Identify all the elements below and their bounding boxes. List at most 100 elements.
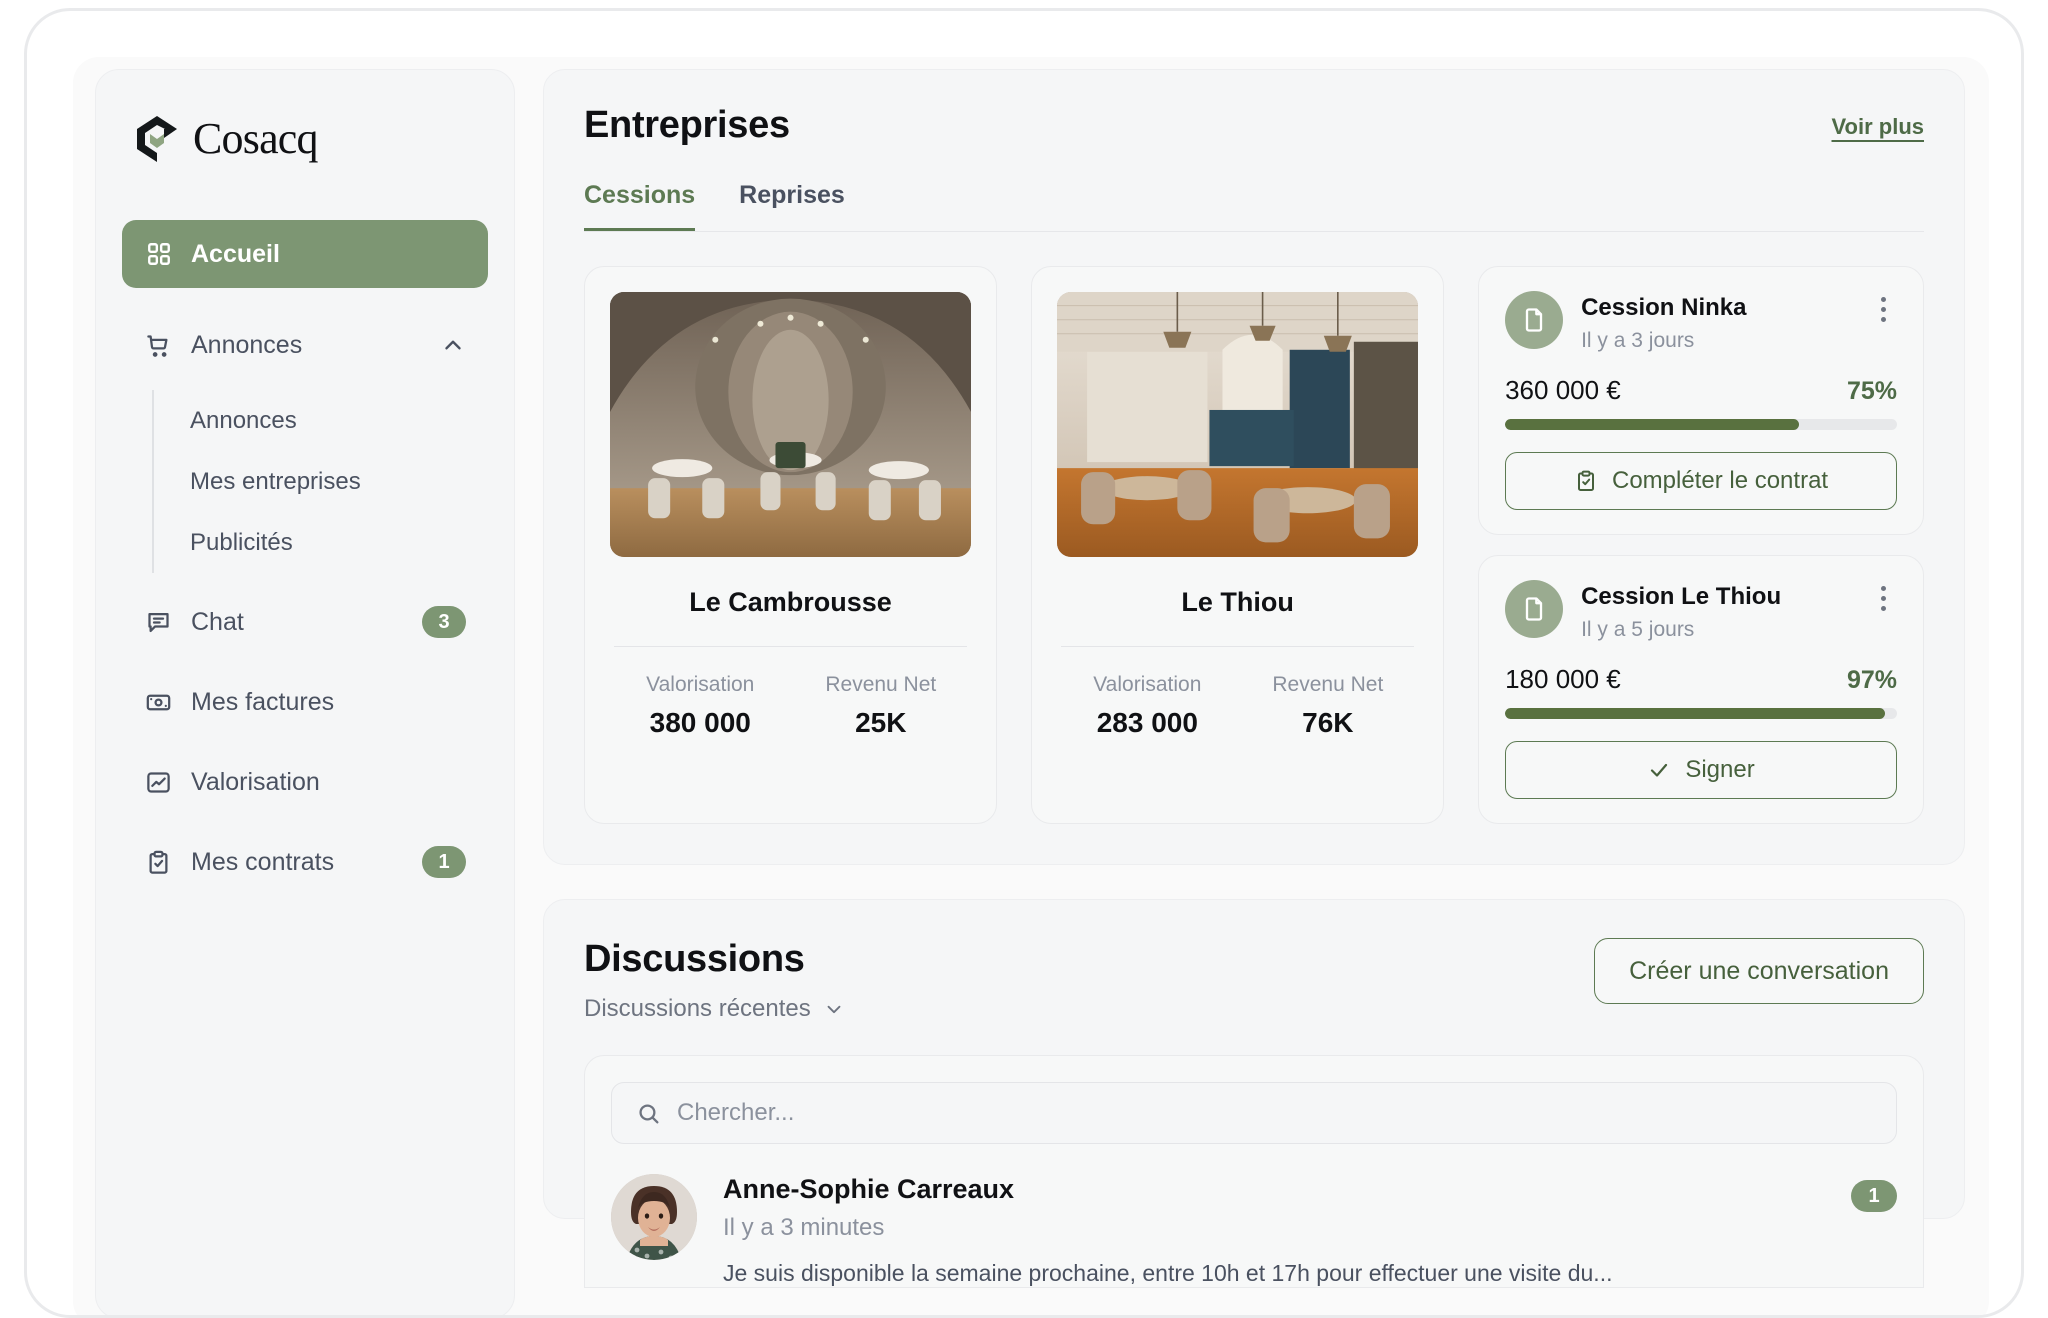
- sidebar-item-valorisation[interactable]: Valorisation: [122, 751, 488, 813]
- property-card[interactable]: Le Cambrousse Valorisation 380 000 Reven…: [584, 266, 998, 824]
- clipboard-check-icon: [1574, 469, 1598, 493]
- stat-label: Valorisation: [646, 673, 755, 696]
- sidebar-group-annonces: Annonces Annonces Mes entreprises Public…: [122, 314, 488, 573]
- sidebar: Cosacq Accueil Annonces Annonces Mes ent…: [95, 69, 515, 1315]
- cession-time: Il y a 3 jours: [1581, 329, 1695, 352]
- property-name: Le Cambrousse: [689, 587, 892, 617]
- discussions-list: Anne-Sophie Carreaux Il y a 3 minutes Je…: [584, 1055, 1924, 1288]
- brand-name: Cosacq: [193, 114, 319, 163]
- cart-icon: [144, 331, 173, 360]
- button-label: Signer: [1685, 756, 1755, 783]
- property-card[interactable]: Le Thiou Valorisation 283 000 Revenu Net…: [1031, 266, 1445, 824]
- stat-value: 380 000: [649, 707, 751, 738]
- sidebar-item-label: Annonces: [191, 330, 303, 359]
- cession-time: Il y a 5 jours: [1581, 618, 1695, 641]
- search-box[interactable]: [611, 1082, 1897, 1144]
- cession-meta: Cession Ninka Il y a 3 jours: [1581, 291, 1853, 353]
- message-unread-badge: 1: [1851, 1180, 1897, 1212]
- grid-icon: [144, 240, 173, 269]
- discussions-panel: Discussions Discussions récentes Créer u…: [543, 899, 1965, 1288]
- brand-logo[interactable]: Cosacq: [122, 100, 488, 166]
- page-title: Entreprises: [584, 104, 790, 146]
- avatar: [611, 1174, 697, 1260]
- sidebar-item-mes-factures[interactable]: Mes factures: [122, 671, 488, 733]
- sign-button[interactable]: Signer: [1505, 741, 1897, 799]
- stat-label: Revenu Net: [825, 673, 937, 696]
- sidebar-subitem-label: Publicités: [190, 528, 293, 556]
- search-input[interactable]: [677, 1099, 1872, 1127]
- cession-name: Cession Le Thiou: [1581, 583, 1782, 610]
- kebab-menu-icon[interactable]: [1871, 291, 1897, 322]
- progress-bar: [1505, 419, 1897, 430]
- cession-percent: 75%: [1846, 377, 1897, 405]
- main-content: Entreprises Voir plus Cessions Reprises: [543, 69, 1965, 1288]
- sidebar-badge-mes-contrats: 1: [422, 846, 466, 878]
- entreprises-panel: Entreprises Voir plus Cessions Reprises: [543, 69, 1965, 865]
- discussions-header: Discussions Discussions récentes Créer u…: [584, 938, 1924, 1023]
- sidebar-badge-chat: 3: [422, 606, 466, 638]
- tab-cessions[interactable]: Cessions: [584, 181, 696, 231]
- entreprises-cards-row: Le Cambrousse Valorisation 380 000 Reven…: [584, 266, 1924, 824]
- stat-value: 283 000: [1096, 707, 1198, 738]
- sidebar-item-label: Chat: [191, 607, 244, 636]
- check-icon: [1647, 758, 1671, 782]
- property-stats: Valorisation 380 000 Revenu Net 25K: [610, 673, 971, 739]
- sidebar-nav: Accueil Annonces Annonces Mes entreprise…: [122, 220, 488, 893]
- document-icon: [1505, 291, 1564, 349]
- cession-amount: 360 000 €: [1505, 375, 1621, 405]
- cession-amount: 180 000 €: [1505, 664, 1621, 694]
- cession-amount-row: 180 000 € 97%: [1505, 664, 1897, 695]
- kebab-menu-icon[interactable]: [1871, 580, 1897, 611]
- sidebar-subitem-label: Mes entreprises: [190, 467, 361, 495]
- sidebar-item-accueil[interactable]: Accueil: [122, 220, 488, 288]
- cession-amount-row: 360 000 € 75%: [1505, 375, 1897, 406]
- list-item[interactable]: Anne-Sophie Carreaux Il y a 3 minutes Je…: [611, 1174, 1897, 1287]
- property-stat: Revenu Net 25K: [791, 673, 972, 739]
- device-frame: Cosacq Accueil Annonces Annonces Mes ent…: [24, 8, 2024, 1318]
- stat-label: Revenu Net: [1272, 673, 1384, 696]
- see-more-link[interactable]: Voir plus: [1832, 114, 1925, 140]
- property-photo: [1057, 292, 1419, 557]
- property-stat: Valorisation 283 000: [1057, 673, 1238, 739]
- create-conversation-button[interactable]: Créer une conversation: [1594, 938, 1924, 1004]
- chevron-up-icon[interactable]: [440, 332, 466, 358]
- property-stats: Valorisation 283 000 Revenu Net 76K: [1057, 673, 1418, 739]
- discussions-filter[interactable]: Discussions récentes: [584, 995, 845, 1023]
- stat-value: 25K: [855, 707, 907, 738]
- divider: [1061, 646, 1415, 647]
- chart-image-icon: [144, 768, 173, 797]
- property-stat: Valorisation 380 000: [610, 673, 791, 739]
- cession-percent: 97%: [1846, 666, 1897, 694]
- sidebar-item-annonces[interactable]: Annonces: [122, 314, 488, 376]
- sidebar-subitem-label: Annonces: [190, 406, 297, 434]
- cession-card: Cession Ninka Il y a 3 jours 360 000 € 7…: [1478, 266, 1924, 535]
- sidebar-subitem-publicites[interactable]: Publicités: [154, 512, 488, 573]
- message-preview: Je suis disponible la semaine prochaine,…: [723, 1260, 1613, 1286]
- complete-contract-button[interactable]: Compléter le contrat: [1505, 452, 1897, 510]
- sidebar-item-chat[interactable]: Chat 3: [122, 591, 488, 653]
- stat-label: Valorisation: [1093, 673, 1202, 696]
- sidebar-item-label: Mes factures: [191, 687, 335, 716]
- message-sender: Anne-Sophie Carreaux: [723, 1174, 1015, 1204]
- cession-card: Cession Le Thiou Il y a 5 jours 180 000 …: [1478, 555, 1924, 824]
- sidebar-item-mes-contrats[interactable]: Mes contrats 1: [122, 831, 488, 893]
- sidebar-subitem-annonces[interactable]: Annonces: [154, 390, 488, 451]
- discussions-filter-label: Discussions récentes: [584, 995, 811, 1022]
- cession-meta: Cession Le Thiou Il y a 5 jours: [1581, 580, 1853, 642]
- cession-header: Cession Le Thiou Il y a 5 jours: [1505, 580, 1897, 642]
- sidebar-submenu-annonces: Annonces Mes entreprises Publicités: [152, 390, 488, 573]
- entreprises-tabs: Cessions Reprises: [584, 181, 1924, 232]
- cession-name: Cession Ninka: [1581, 294, 1747, 321]
- discussions-title-block: Discussions Discussions récentes: [584, 938, 845, 1023]
- cosacq-chevron-logo-icon: [130, 112, 184, 166]
- sidebar-subitem-mes-entreprises[interactable]: Mes entreprises: [154, 451, 488, 512]
- progress-bar: [1505, 708, 1897, 719]
- tab-reprises[interactable]: Reprises: [739, 181, 845, 231]
- button-label: Compléter le contrat: [1611, 467, 1829, 494]
- clipboard-check-icon: [144, 848, 173, 877]
- sidebar-item-label: Valorisation: [191, 767, 320, 796]
- property-photo: [610, 292, 972, 557]
- search-icon: [636, 1101, 661, 1126]
- sidebar-item-label: Mes contrats: [191, 847, 335, 876]
- divider: [614, 646, 968, 647]
